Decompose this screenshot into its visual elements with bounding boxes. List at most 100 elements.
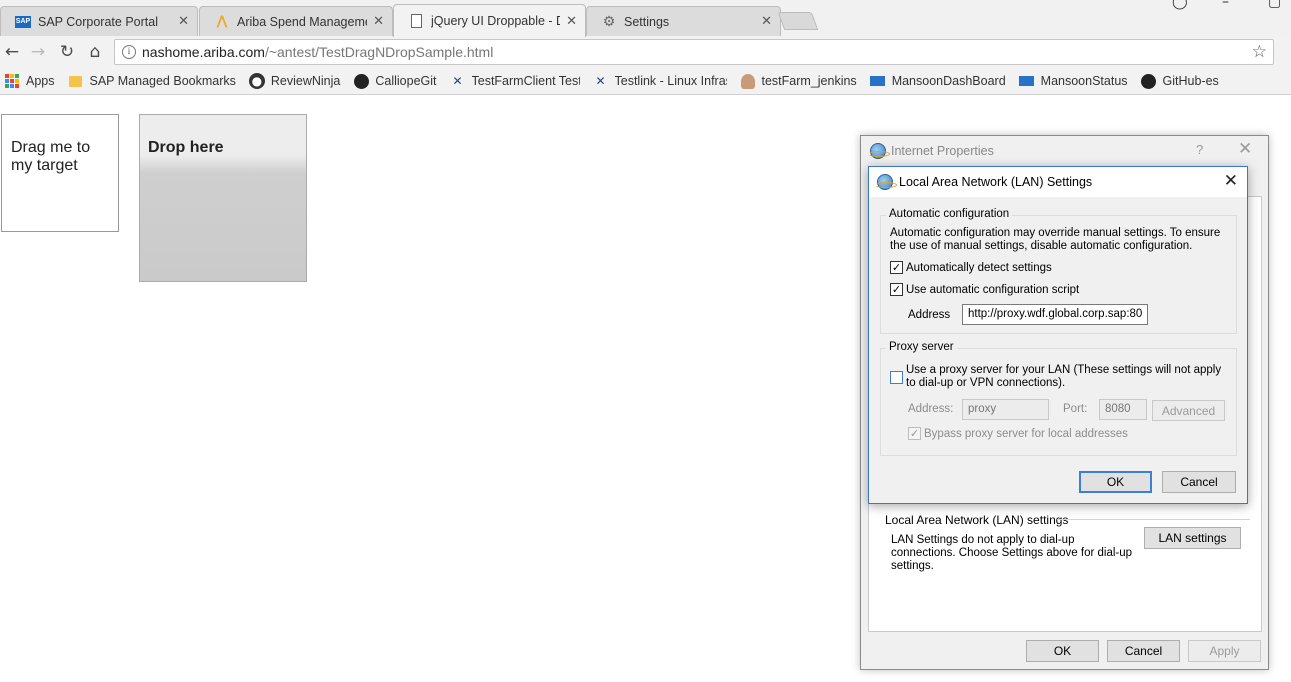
url-path: /~antest/TestDragNDropSample.html	[264, 44, 494, 60]
bookmark-label: MansoonDashBoard	[891, 74, 1006, 88]
script-address-label: Address	[908, 309, 951, 321]
draggable-box[interactable]: Drag me to my target	[1, 114, 119, 232]
back-arrow-icon[interactable]: ←	[1, 41, 23, 63]
bookmark-apps[interactable]: Apps	[4, 73, 55, 89]
bookmark-label: SAP Managed Bookmarks	[89, 74, 236, 88]
browser-tab-strip: SAP SAP Corporate Portal ✕ ⋀ Ariba Spend…	[0, 0, 1291, 38]
restore-icon[interactable]: –	[1222, 0, 1229, 10]
close-icon[interactable]: ✕	[566, 14, 577, 29]
folder-icon	[68, 73, 84, 89]
ok-button[interactable]: OK	[1026, 640, 1099, 662]
apply-button[interactable]: Apply	[1188, 640, 1261, 662]
home-icon[interactable]: ⌂	[84, 41, 106, 63]
lan-settings-titlebar[interactable]: Local Area Network (LAN) Settings ✕	[869, 167, 1247, 197]
forward-arrow-icon[interactable]: →	[27, 41, 49, 63]
ok-button[interactable]: OK	[1079, 471, 1152, 493]
close-icon[interactable]: ✕	[373, 14, 384, 29]
github-icon	[353, 73, 369, 89]
group-divider	[1057, 519, 1250, 520]
proxy-address-input[interactable]: proxy	[962, 399, 1049, 420]
close-icon[interactable]: ✕	[1224, 171, 1238, 191]
bookmark-label: CalliopeGit	[375, 74, 437, 88]
tab-settings[interactable]: ⚙ Settings ✕	[586, 6, 781, 36]
tab-jquery-ui-droppable[interactable]: jQuery UI Droppable - D ✕	[393, 4, 586, 37]
bookmark-sap-managed-bookmarks[interactable]: SAP Managed Bookmarks	[68, 73, 236, 89]
address-bar[interactable]: i nashome.ariba.com/~antest/TestDragNDro…	[114, 39, 1274, 65]
browser-toolbar: ← → ↻ ⌂ i nashome.ariba.com/~antest/Test…	[0, 37, 1291, 68]
tab-title: Ariba Spend Manageme	[237, 14, 368, 29]
use-config-script-label: Use automatic configuration script	[906, 284, 1080, 296]
lan-settings-dialog: Local Area Network (LAN) Settings ✕ Auto…	[868, 166, 1248, 504]
new-tab-button[interactable]	[777, 12, 819, 30]
bookmark-github-es[interactable]: GitHub-es	[1141, 73, 1219, 89]
bypass-local-checkbox[interactable]: ✓	[908, 427, 921, 440]
lan-settings-title: Local Area Network (LAN) Settings	[899, 175, 1093, 189]
lan-settings-button[interactable]: LAN settings	[1144, 527, 1241, 549]
bookmark-testlink[interactable]: ✕ Testlink - Linux Infras	[593, 73, 727, 89]
bookmark-star-icon[interactable]: ☆	[1252, 42, 1267, 62]
bookmark-testfarmclient[interactable]: ✕ TestFarmClient Test Fr	[450, 73, 580, 89]
minimize-icon[interactable]: ◯	[1172, 0, 1188, 10]
tab-sap-corporate-portal[interactable]: SAP SAP Corporate Portal ✕	[0, 6, 198, 36]
bookmark-label: ReviewNinja	[270, 74, 341, 88]
bookmark-mansoonstatus[interactable]: MansoonStatus	[1019, 73, 1128, 89]
testfarm-icon: ✕	[452, 74, 463, 88]
bookmark-mansoondashboard[interactable]: MansoonDashBoard	[870, 73, 1006, 89]
proxy-port-label: Port:	[1063, 403, 1088, 415]
sap-logo-icon	[870, 73, 886, 89]
gear-icon: ⚙	[602, 13, 616, 30]
bookmark-calliopegit[interactable]: CalliopeGit	[353, 73, 437, 89]
use-proxy-checkbox[interactable]	[890, 371, 903, 384]
auto-detect-label: Automatically detect settings	[906, 262, 1052, 274]
close-icon[interactable]: ✕	[761, 14, 772, 29]
lan-settings-note: LAN Settings do not apply to dial-up con…	[891, 534, 1133, 572]
bypass-local-label: Bypass proxy server for local addresses	[924, 428, 1128, 440]
internet-options-icon	[875, 174, 897, 190]
internet-properties-title: Internet Properties	[891, 143, 994, 158]
reload-icon[interactable]: ↻	[56, 41, 78, 63]
bookmark-label: Apps	[26, 74, 55, 88]
tab-title: SAP Corporate Portal	[38, 14, 158, 29]
reviewninja-icon: ●	[248, 73, 265, 89]
cancel-button[interactable]: Cancel	[1107, 640, 1180, 662]
page-icon	[408, 14, 424, 28]
url-host: nashome.ariba.com	[142, 44, 265, 60]
group-label: Proxy server	[886, 341, 957, 353]
bookmark-label: Testlink - Linux Infras	[614, 74, 727, 88]
tab-title: Settings	[624, 14, 670, 29]
droppable-target: Drop here	[139, 114, 307, 282]
close-window-icon[interactable]: ▢	[1268, 0, 1281, 10]
group-label: Automatic configuration	[886, 208, 1013, 220]
info-icon[interactable]: i	[122, 45, 136, 59]
bookmark-label: testFarm_jenkins	[761, 74, 857, 88]
tab-title: jQuery UI Droppable - D	[431, 14, 561, 28]
automatic-configuration-note: Automatic configuration may override man…	[890, 227, 1221, 252]
use-proxy-label: Use a proxy server for your LAN (These s…	[906, 364, 1222, 389]
help-button[interactable]: ?	[1196, 142, 1203, 157]
bookmark-label: GitHub-es	[1162, 74, 1219, 88]
proxy-port-input[interactable]: 8080	[1099, 399, 1147, 420]
advanced-button[interactable]: Advanced	[1152, 400, 1225, 421]
close-icon[interactable]: ✕	[1238, 139, 1252, 159]
close-icon[interactable]: ✕	[178, 14, 189, 29]
lan-settings-group-label: Local Area Network (LAN) settings	[885, 513, 1069, 527]
cancel-button[interactable]: Cancel	[1162, 471, 1236, 493]
sap-logo-icon: SAP	[15, 15, 31, 28]
bookmark-label: TestFarmClient Test Fr	[471, 74, 580, 88]
bookmark-testfarm-jenkins[interactable]: testFarm_jenkins	[740, 73, 857, 89]
use-config-script-checkbox[interactable]: ✓	[890, 283, 903, 296]
address-url: nashome.ariba.com/~antest/TestDragNDropS…	[142, 44, 493, 60]
bookmark-reviewninja[interactable]: ● ReviewNinja	[248, 73, 341, 89]
bookmarks-bar: Apps SAP Managed Bookmarks ● ReviewNinja…	[0, 68, 1291, 95]
sap-logo-icon	[1019, 73, 1035, 89]
testlink-icon: ✕	[595, 74, 606, 88]
script-address-input[interactable]: http://proxy.wdf.global.corp.sap:80	[962, 304, 1148, 325]
auto-detect-checkbox[interactable]: ✓	[890, 261, 903, 274]
proxy-address-label: Address:	[908, 403, 954, 415]
tab-ariba-spend-management[interactable]: ⋀ Ariba Spend Manageme ✕	[199, 6, 393, 36]
github-icon	[1141, 73, 1157, 89]
droppable-label: Drop here	[148, 139, 224, 156]
jenkins-icon	[740, 73, 756, 89]
internet-properties-titlebar[interactable]: Internet Properties	[861, 136, 1268, 165]
ariba-logo-icon: ⋀	[216, 14, 228, 29]
